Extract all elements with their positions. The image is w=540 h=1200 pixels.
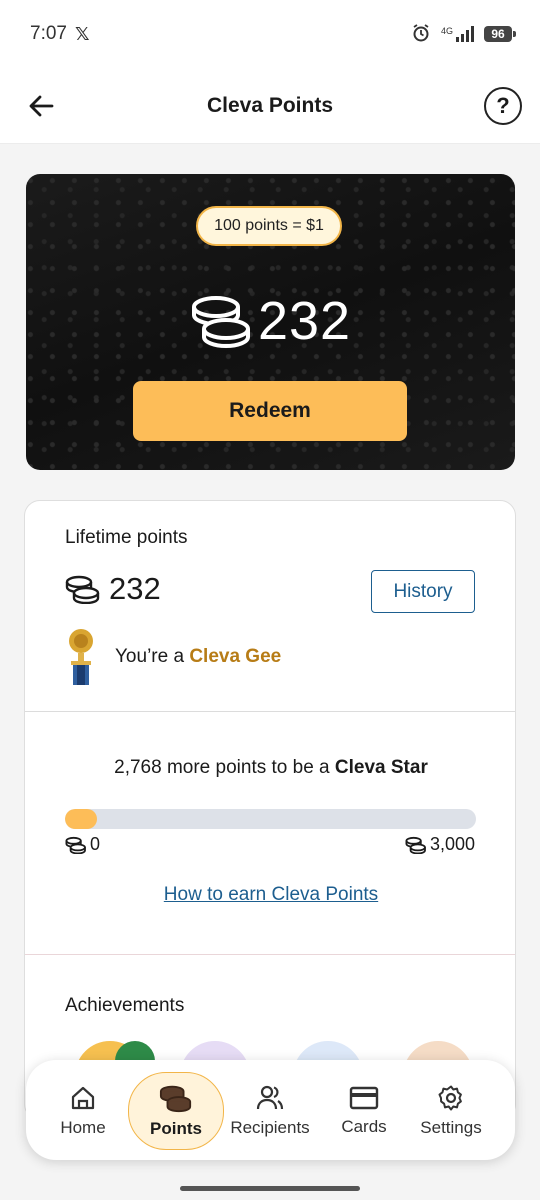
- card-icon: [349, 1085, 379, 1111]
- lifetime-points-label: Lifetime points: [65, 527, 188, 548]
- network-type: 4G: [440, 26, 453, 36]
- progress-max-value: 3,000: [429, 834, 475, 854]
- nav-home-label: Home: [60, 1118, 106, 1137]
- nav-cards-label: Cards: [341, 1117, 387, 1136]
- status-right: 4G 96: [411, 23, 516, 46]
- coins-icon: [190, 293, 254, 349]
- progress-min: 0: [65, 834, 100, 855]
- nav-cards[interactable]: Cards: [326, 1072, 402, 1150]
- home-icon: [69, 1084, 97, 1112]
- users-icon: [255, 1084, 285, 1112]
- lifetime-points-card: Lifetime points 232 History You’re a Cle…: [24, 500, 516, 1120]
- rank-text: You’re a Cleva Gee: [115, 646, 281, 668]
- points-progress-bar: [65, 809, 476, 829]
- nav-recipients[interactable]: Recipients: [224, 1072, 316, 1150]
- progress-min-value: 0: [90, 834, 101, 854]
- coins-icon: [405, 836, 427, 854]
- status-left: 7:07 𝕏: [30, 23, 90, 45]
- points-balance: 232: [26, 286, 515, 356]
- progress-max: 3,000: [405, 834, 475, 855]
- nav-settings[interactable]: Settings: [408, 1072, 494, 1150]
- help-icon[interactable]: ?: [483, 86, 522, 125]
- rank-row: You’re a Cleva Gee: [65, 627, 281, 687]
- next-level-message: 2,768 more points to be a Cleva Star: [25, 757, 515, 779]
- back-arrow-icon[interactable]: [26, 91, 56, 121]
- coins-icon: [65, 574, 101, 604]
- points-balance-value: 232: [257, 291, 352, 351]
- section-divider: [25, 954, 515, 955]
- coins-icon: [65, 836, 87, 854]
- page-title: Cleva Points: [206, 93, 334, 117]
- nav-points[interactable]: Points: [128, 1072, 224, 1150]
- next-level-prefix: 2,768 more points to be a: [114, 757, 335, 778]
- nav-recipients-label: Recipients: [230, 1118, 310, 1137]
- coins-icon: [159, 1083, 193, 1113]
- app-header: Cleva Points ?: [0, 68, 540, 144]
- x-app-icon: 𝕏: [74, 23, 90, 44]
- signal-icon: 4G: [441, 26, 474, 42]
- status-time: 7:07: [30, 23, 67, 44]
- nav-points-label: Points: [150, 1119, 202, 1138]
- nav-home[interactable]: Home: [40, 1072, 126, 1150]
- how-to-earn-link[interactable]: How to earn Cleva Points: [25, 884, 515, 906]
- points-progress-fill: [65, 809, 97, 829]
- achievements-label: Achievements: [65, 995, 185, 1016]
- bottom-navigation: Home Points Recipients Cards Settings: [26, 1060, 515, 1160]
- gear-icon: [437, 1084, 465, 1112]
- points-balance-card: 100 points = $1 232 Redeem: [26, 174, 515, 470]
- history-button[interactable]: History: [371, 570, 475, 613]
- next-rank-name: Cleva Star: [334, 757, 428, 778]
- redeem-button[interactable]: Redeem: [133, 381, 407, 441]
- conversion-rate-pill: 100 points = $1: [196, 206, 342, 246]
- battery-icon: 96: [484, 26, 516, 42]
- lifetime-points-value: 232: [109, 571, 161, 606]
- gesture-bar: [180, 1186, 360, 1191]
- nav-settings-label: Settings: [420, 1118, 482, 1137]
- status-bar: 7:07 𝕏 4G 96: [0, 0, 540, 68]
- lifetime-points-row: 232: [65, 571, 161, 607]
- section-divider: [25, 711, 515, 712]
- rank-name: Cleva Gee: [189, 646, 282, 667]
- medal-trophy-icon: [65, 627, 97, 687]
- rank-prefix: You’re a: [115, 646, 190, 667]
- alarm-icon: [411, 23, 431, 46]
